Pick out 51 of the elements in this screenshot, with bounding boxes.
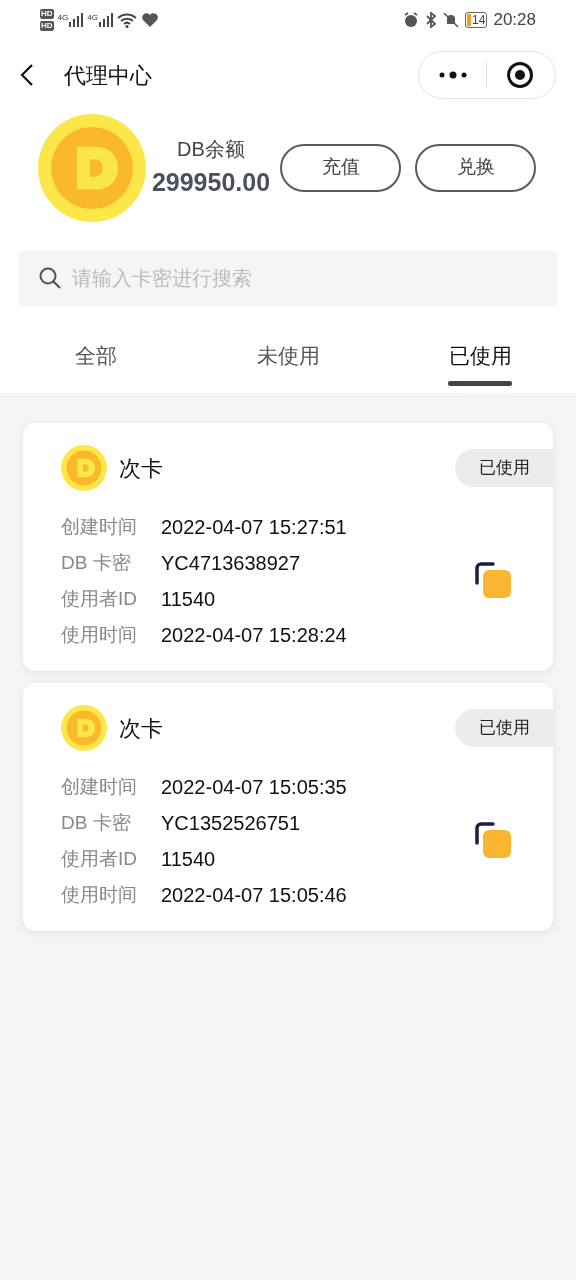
back-icon[interactable] bbox=[20, 63, 34, 87]
coin-icon bbox=[38, 113, 146, 222]
field-label: 使用者ID bbox=[61, 846, 138, 871]
filter-tab[interactable]: 全部 bbox=[0, 331, 192, 393]
close-target-icon[interactable] bbox=[506, 61, 534, 89]
field-value: 2022-04-07 15:05:35 bbox=[161, 775, 347, 800]
search-field[interactable]: 请输入卡密进行搜索 bbox=[18, 251, 558, 306]
balance-action-button[interactable]: 兑换 bbox=[415, 143, 536, 192]
field-label: 使用者ID bbox=[61, 586, 138, 611]
heart-icon bbox=[140, 12, 159, 28]
wifi-icon bbox=[116, 12, 137, 28]
filter-tab[interactable]: 未使用 bbox=[192, 331, 384, 393]
field-label: 创建时间 bbox=[61, 514, 138, 539]
battery-level: 14 bbox=[472, 14, 486, 26]
field-label: DB 卡密 bbox=[61, 810, 132, 835]
balance-label: DB余额 bbox=[177, 136, 245, 162]
copy-icon[interactable] bbox=[473, 561, 513, 601]
page-title: 代理中心 bbox=[64, 61, 152, 90]
search-icon bbox=[38, 266, 62, 290]
field-value: 2022-04-07 15:28:24 bbox=[161, 623, 347, 648]
muted-bell-icon bbox=[443, 12, 460, 28]
field-label: 使用时间 bbox=[61, 622, 138, 647]
card-title: 次卡 bbox=[119, 454, 163, 483]
field-value: YC4713638927 bbox=[161, 551, 300, 576]
field-value: 11540 bbox=[161, 587, 216, 612]
field-label: 创建时间 bbox=[61, 774, 138, 799]
balance-amount: 299950.00 bbox=[151, 166, 271, 198]
field-value: 11540 bbox=[161, 847, 216, 872]
more-icon[interactable] bbox=[439, 71, 467, 79]
network-label: 4G bbox=[87, 13, 98, 23]
hd-indicator: HD bbox=[40, 21, 54, 31]
coin-icon bbox=[61, 445, 107, 491]
field-label: DB 卡密 bbox=[61, 550, 132, 575]
hd-indicator: HD bbox=[40, 9, 54, 19]
field-label: 使用时间 bbox=[61, 882, 138, 907]
status-badge: 已使用 bbox=[455, 709, 553, 747]
copy-icon[interactable] bbox=[473, 821, 513, 861]
field-value: 2022-04-07 15:27:51 bbox=[161, 515, 347, 540]
field-value: 2022-04-07 15:05:46 bbox=[161, 883, 347, 908]
alarm-icon bbox=[403, 12, 420, 28]
status-badge: 已使用 bbox=[455, 449, 553, 487]
network-label: 4G bbox=[57, 13, 69, 23]
signal-icon bbox=[69, 13, 84, 27]
bluetooth-icon bbox=[425, 12, 438, 28]
card-title: 次卡 bbox=[119, 714, 163, 743]
balance-action-button[interactable]: 充值 bbox=[280, 143, 401, 192]
coin-icon bbox=[61, 705, 107, 751]
clock-time: 20:28 bbox=[493, 9, 536, 32]
filter-tab[interactable]: 已使用 bbox=[384, 331, 576, 393]
signal-icon bbox=[98, 13, 113, 27]
field-value: YC1352526751 bbox=[161, 811, 300, 836]
